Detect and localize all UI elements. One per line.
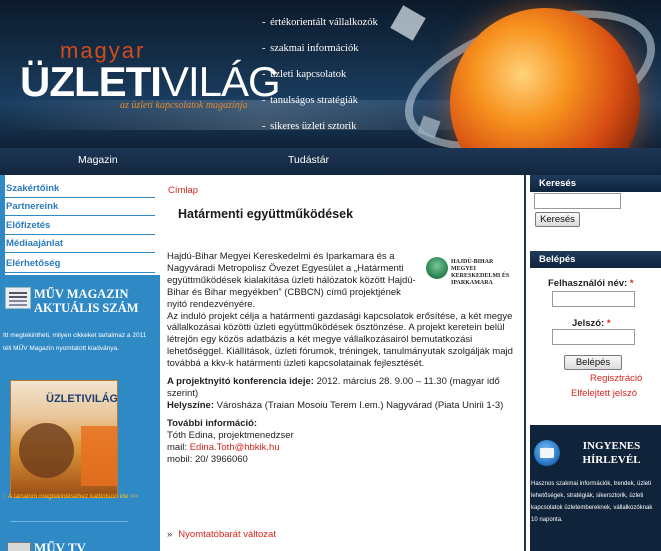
tagline: - szakmai információk [262, 43, 359, 54]
conference-label: A projektnyitó konferencia ideje: [167, 376, 314, 388]
newsletter-title[interactable]: INGYENES HÍRLEVÉL [564, 439, 659, 467]
email-link[interactable]: Edina.Toth@hbkik.hu [190, 442, 280, 453]
venue-label: Helyszíne: [167, 399, 214, 411]
breadcrumb[interactable]: Címlap [168, 185, 198, 196]
menu-item-mediaajanlat[interactable]: Médiaajánlat [0, 235, 155, 253]
nav-magazin[interactable]: Magazin [78, 154, 118, 166]
password-field[interactable] [552, 329, 635, 345]
username-label: Felhasználói név: * [548, 278, 634, 289]
site-logo[interactable]: ÜZLETIVILÁG [20, 58, 281, 106]
header-taglines: - értékorientált vállalkozók - szakmai i… [262, 14, 402, 144]
chevron-right-icon: » [167, 529, 173, 540]
info-label: További információ: [167, 417, 258, 429]
search-header: Keresés [530, 175, 661, 192]
tagline: - értékorientált vállalkozók [262, 17, 378, 28]
login-header: Belépés [530, 251, 661, 268]
promo-text: Itt megtekintheti, milyen cikkeket tarta… [3, 332, 147, 352]
tv-icon [7, 542, 31, 551]
magazine-cover-image[interactable]: ÜZLETIVILÁG [10, 380, 118, 498]
newsletter-text: Hasznos szakmai információk, trendek, üz… [531, 481, 653, 523]
search-button[interactable]: Keresés [535, 212, 580, 227]
top-navigation: Magazin Tudástár [0, 148, 661, 175]
right-sidebar: Keresés Keresés Belépés Felhasználói név… [526, 175, 661, 551]
menu-item-elerhetoseg[interactable]: Elérhetőség [0, 255, 155, 273]
main-content: Címlap Határmenti együttműködések HAJDÚ-… [160, 175, 526, 551]
venue-value: Városháza (Traian Mosoiu Terem I.em.) Na… [214, 399, 504, 411]
promo-link[interactable]: :: A tartalom megtekintéséhez kattintson… [3, 490, 153, 503]
site-header: magyar ÜZLETIVILÁG az üzleti kapcsolatok… [0, 0, 661, 148]
article-body: Hajdú-Bihar Megyei Kereskedelmi és Ipark… [167, 251, 519, 465]
envelope-icon [534, 440, 560, 466]
register-link[interactable]: Regisztráció [590, 373, 642, 384]
contact-name: Tóth Edina, projektmenedzser [167, 429, 294, 441]
muv-tv-title[interactable]: MŰV TV [34, 540, 86, 551]
promo-divider [10, 521, 128, 522]
logo-tagline: az üzleti kapcsolatok magazinja [120, 100, 248, 111]
article-title: Határmenti együttműködések [178, 207, 354, 221]
login-button[interactable]: Belépés [564, 355, 622, 370]
conference-info: A projektnyitó konferencia ideje: 2012. … [167, 376, 519, 400]
search-input[interactable] [534, 193, 621, 209]
left-menu: Szakértőink Partnereink Előfizetés Média… [0, 175, 160, 275]
menu-item-partnereink[interactable]: Partnereink [0, 198, 155, 216]
forgot-password-link[interactable]: Elfelejtett jelszó [571, 388, 637, 399]
logo-bold: ÜZLETI [20, 58, 162, 105]
venue-info: Helyszíne: Városháza (Traian Mosoiu Tere… [167, 400, 519, 412]
print-link[interactable]: » Nyomtatóbarát változat [167, 529, 276, 540]
contact-mail: mail: Edina.Toth@hbkik.hu [167, 441, 280, 453]
contact-mobile: mobil: 20/ 3966060 [167, 453, 248, 465]
article-paragraph: Az induló projekt célja a határmenti gaz… [167, 310, 513, 370]
cover-photo [19, 423, 74, 478]
article-paragraph: Hajdú-Bihar Megyei Kereskedelmi és Ipark… [167, 251, 416, 310]
password-label: Jelszó: * [572, 318, 611, 329]
promo-title[interactable]: MŰV MAGAZIN AKTUÁLIS SZÁM [34, 287, 159, 315]
tagline: - tanulságos stratégiák [262, 95, 358, 106]
print-link-label: Nyomtatóbarát változat [178, 529, 276, 540]
nav-tudastar[interactable]: Tudástár [288, 154, 329, 166]
tagline: - sikeres üzleti sztorik [262, 121, 357, 132]
menu-item-elofizetes[interactable]: Előfizetés [0, 217, 155, 235]
cover-logo: ÜZLETIVILÁG [46, 393, 118, 405]
menu-item-szakertoink[interactable]: Szakértőink [0, 180, 155, 198]
tagline: - üzleti kapcsolatok [262, 69, 347, 80]
cover-strip [81, 426, 117, 486]
username-field[interactable] [552, 291, 635, 307]
newspaper-icon [5, 287, 31, 309]
